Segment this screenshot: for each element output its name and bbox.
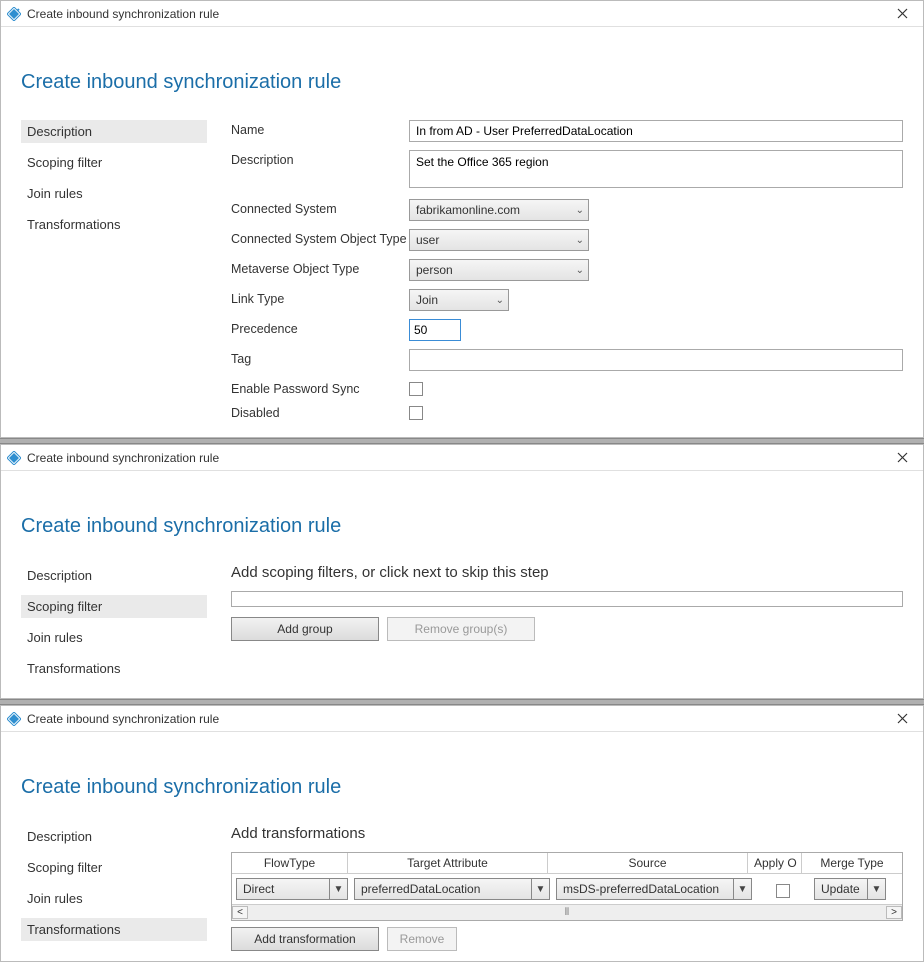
page-heading: Create inbound synchronization rule bbox=[21, 71, 903, 94]
cs-object-type-value: user bbox=[416, 233, 439, 247]
nav-item-join-rules[interactable]: Join rules bbox=[21, 182, 207, 205]
transformations-instruction: Add transformations bbox=[231, 825, 903, 842]
table-row: Direct ▼ preferredDataLocation ▼ bbox=[232, 874, 902, 904]
chevron-down-icon: ⌄ bbox=[576, 265, 584, 276]
precedence-input[interactable] bbox=[409, 319, 461, 341]
connected-system-dropdown[interactable]: fabrikamonline.com ⌄ bbox=[409, 199, 589, 221]
add-group-button[interactable]: Add group bbox=[231, 617, 379, 641]
description-form: Name Description Set the Office 365 regi… bbox=[231, 120, 903, 427]
close-button[interactable] bbox=[887, 447, 917, 469]
window-title: Create inbound synchronization rule bbox=[27, 7, 219, 21]
link-type-dropdown[interactable]: Join ⌄ bbox=[409, 289, 509, 311]
target-attribute-dropdown[interactable]: preferredDataLocation ▼ bbox=[354, 878, 550, 900]
remove-groups-button[interactable]: Remove group(s) bbox=[387, 617, 535, 641]
dropdown-arrow-icon: ▼ bbox=[531, 879, 549, 899]
scoping-groups-bar bbox=[231, 591, 903, 607]
scoping-filter-form: Add scoping filters, or click next to sk… bbox=[231, 564, 903, 688]
titlebar: Create inbound synchronization rule bbox=[1, 1, 923, 27]
window-scoping-filter-step: Create inbound synchronization rule Crea… bbox=[0, 444, 924, 699]
header-flowtype: FlowType bbox=[232, 853, 348, 873]
link-type-value: Join bbox=[416, 293, 438, 307]
titlebar: Create inbound synchronization rule bbox=[1, 706, 923, 732]
wizard-nav: Description Scoping filter Join rules Tr… bbox=[21, 120, 207, 427]
scroll-right-icon[interactable]: > bbox=[886, 906, 902, 919]
close-icon bbox=[897, 713, 908, 724]
horizontal-scrollbar[interactable]: < ⦀ > bbox=[232, 904, 902, 920]
merge-type-dropdown[interactable]: Update ▼ bbox=[814, 878, 886, 900]
label-description: Description bbox=[231, 150, 409, 167]
name-input[interactable] bbox=[409, 120, 903, 142]
label-tag: Tag bbox=[231, 349, 409, 366]
nav-item-description[interactable]: Description bbox=[21, 120, 207, 143]
window-title: Create inbound synchronization rule bbox=[27, 451, 219, 465]
mv-object-type-value: person bbox=[416, 263, 453, 277]
scoping-instruction: Add scoping filters, or click next to sk… bbox=[231, 564, 903, 581]
close-button[interactable] bbox=[887, 3, 917, 25]
window-transformations-step: Create inbound synchronization rule Crea… bbox=[0, 705, 924, 962]
app-icon bbox=[7, 451, 21, 465]
nav-item-scoping-filter[interactable]: Scoping filter bbox=[21, 856, 207, 879]
header-apply-once: Apply O bbox=[748, 853, 802, 873]
titlebar: Create inbound synchronization rule bbox=[1, 445, 923, 471]
app-icon bbox=[7, 7, 21, 21]
page-heading: Create inbound synchronization rule bbox=[21, 515, 903, 538]
remove-transformation-button[interactable]: Remove bbox=[387, 927, 457, 951]
close-icon bbox=[897, 452, 908, 463]
nav-item-scoping-filter[interactable]: Scoping filter bbox=[21, 151, 207, 174]
label-mv-object-type: Metaverse Object Type bbox=[231, 259, 409, 276]
transformations-form: Add transformations FlowType Target Attr… bbox=[231, 825, 903, 951]
scroll-track[interactable]: ⦀ bbox=[248, 907, 886, 918]
app-icon bbox=[7, 712, 21, 726]
nav-item-join-rules[interactable]: Join rules bbox=[21, 887, 207, 910]
close-button[interactable] bbox=[887, 708, 917, 730]
label-name: Name bbox=[231, 120, 409, 137]
grid-header-row: FlowType Target Attribute Source Apply O… bbox=[232, 853, 902, 874]
close-icon bbox=[897, 8, 908, 19]
flowtype-dropdown[interactable]: Direct ▼ bbox=[236, 878, 348, 900]
apply-once-checkbox[interactable] bbox=[776, 884, 790, 898]
label-connected-system: Connected System bbox=[231, 199, 409, 216]
description-input[interactable]: Set the Office 365 region bbox=[409, 150, 903, 188]
connected-system-value: fabrikamonline.com bbox=[416, 203, 520, 217]
tag-input[interactable] bbox=[409, 349, 903, 371]
header-source: Source bbox=[548, 853, 748, 873]
nav-item-scoping-filter[interactable]: Scoping filter bbox=[21, 595, 207, 618]
target-attribute-value: preferredDataLocation bbox=[361, 882, 480, 896]
nav-item-description[interactable]: Description bbox=[21, 564, 207, 587]
window-description-step: Create inbound synchronization rule Crea… bbox=[0, 0, 924, 438]
flowtype-value: Direct bbox=[243, 882, 274, 896]
page-heading: Create inbound synchronization rule bbox=[21, 776, 903, 799]
nav-item-transformations[interactable]: Transformations bbox=[21, 657, 207, 680]
nav-item-transformations[interactable]: Transformations bbox=[21, 213, 207, 236]
label-precedence: Precedence bbox=[231, 319, 409, 336]
header-target-attribute: Target Attribute bbox=[348, 853, 548, 873]
disabled-checkbox[interactable] bbox=[409, 406, 423, 420]
window-title: Create inbound synchronization rule bbox=[27, 712, 219, 726]
wizard-nav: Description Scoping filter Join rules Tr… bbox=[21, 564, 207, 688]
mv-object-type-dropdown[interactable]: person ⌄ bbox=[409, 259, 589, 281]
header-merge-type: Merge Type bbox=[802, 853, 902, 873]
scroll-left-icon[interactable]: < bbox=[232, 906, 248, 919]
dropdown-arrow-icon: ▼ bbox=[733, 879, 751, 899]
enable-password-sync-checkbox[interactable] bbox=[409, 382, 423, 396]
wizard-nav: Description Scoping filter Join rules Tr… bbox=[21, 825, 207, 951]
label-cs-object-type: Connected System Object Type bbox=[231, 229, 409, 246]
cs-object-type-dropdown[interactable]: user ⌄ bbox=[409, 229, 589, 251]
merge-type-value: Update bbox=[821, 882, 860, 896]
chevron-down-icon: ⌄ bbox=[576, 205, 584, 216]
label-enable-password-sync: Enable Password Sync bbox=[231, 379, 409, 396]
label-link-type: Link Type bbox=[231, 289, 409, 306]
nav-item-description[interactable]: Description bbox=[21, 825, 207, 848]
chevron-down-icon: ⌄ bbox=[576, 235, 584, 246]
add-transformation-button[interactable]: Add transformation bbox=[231, 927, 379, 951]
nav-item-join-rules[interactable]: Join rules bbox=[21, 626, 207, 649]
nav-item-transformations[interactable]: Transformations bbox=[21, 918, 207, 941]
dropdown-arrow-icon: ▼ bbox=[867, 879, 885, 899]
dropdown-arrow-icon: ▼ bbox=[329, 879, 347, 899]
source-value: msDS-preferredDataLocation bbox=[563, 882, 719, 896]
source-dropdown[interactable]: msDS-preferredDataLocation ▼ bbox=[556, 878, 752, 900]
transformations-grid: FlowType Target Attribute Source Apply O… bbox=[231, 852, 903, 921]
label-disabled: Disabled bbox=[231, 403, 409, 420]
chevron-down-icon: ⌄ bbox=[496, 295, 504, 306]
